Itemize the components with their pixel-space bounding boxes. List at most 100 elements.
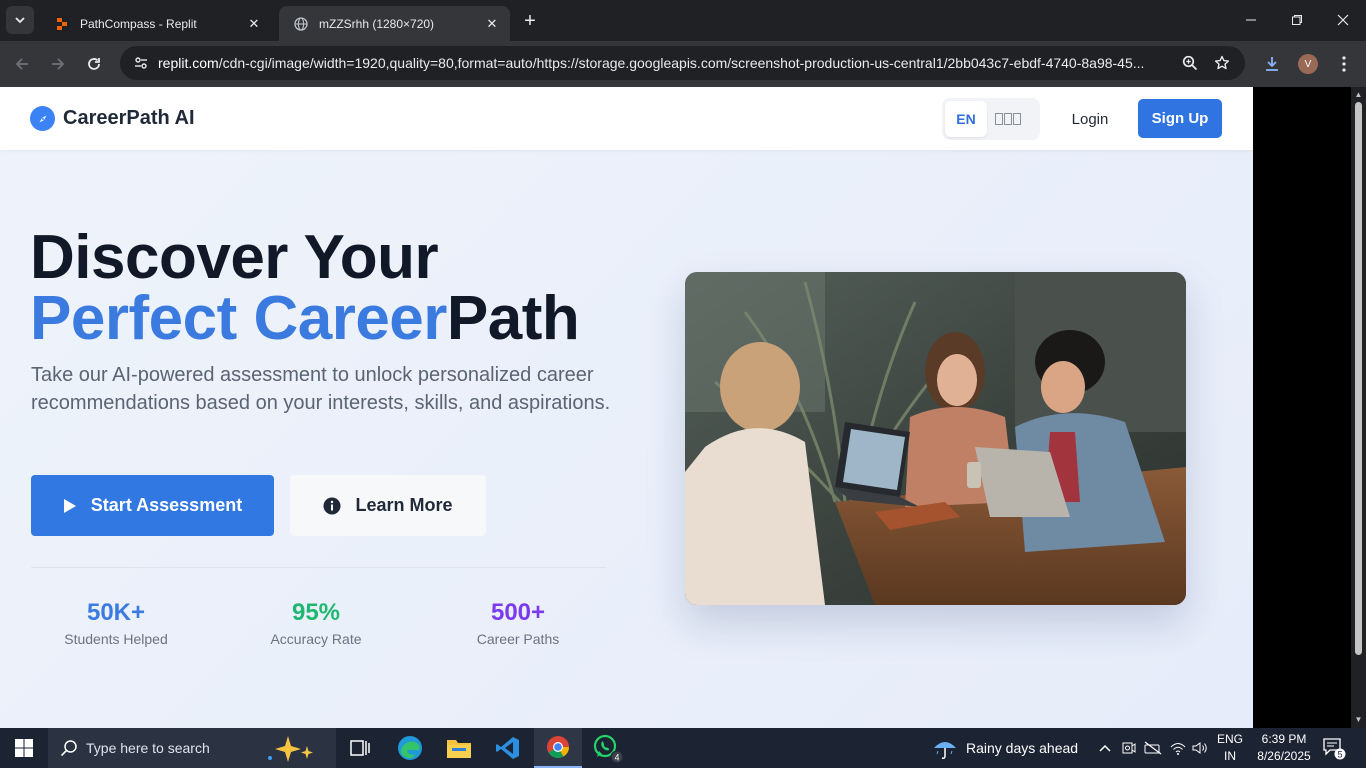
meet-now-icon[interactable]	[1120, 728, 1138, 768]
language-switcher: EN	[942, 98, 1040, 140]
stat-label: Career Paths	[476, 631, 560, 647]
chevron-down-icon	[15, 17, 25, 24]
reload-icon	[88, 58, 100, 70]
lang-en-button[interactable]: EN	[945, 101, 987, 137]
tab-title: mZZSrhh (1280×720)	[319, 16, 435, 31]
stat-careers: 500+ Career Paths	[433, 599, 603, 647]
close-window-button[interactable]	[1320, 0, 1366, 40]
tab-image[interactable]: mZZSrhh (1280×720) ✕	[279, 6, 510, 41]
scroll-up-icon[interactable]: ▲	[1354, 90, 1363, 99]
brand[interactable]: CareerPath AI	[30, 106, 195, 131]
restore-icon	[1292, 15, 1302, 25]
learn-more-button[interactable]: Learn More	[290, 475, 486, 536]
weather-text: Rainy days ahead	[966, 740, 1079, 756]
blank-side-area	[1253, 87, 1351, 728]
task-view-icon	[350, 740, 370, 756]
back-button[interactable]	[7, 49, 37, 79]
learn-more-label: Learn More	[355, 495, 453, 515]
stats-divider	[31, 567, 606, 568]
taskbar-search[interactable]: Type here to search	[48, 728, 336, 768]
students-photo	[685, 272, 1186, 605]
download-icon	[1266, 57, 1278, 71]
brand-name: CareerPath AI	[63, 107, 195, 129]
mute-icon[interactable]	[1143, 728, 1163, 768]
tab-close-icon[interactable]: ✕	[246, 16, 262, 32]
hero-image	[685, 272, 1186, 605]
scrollbar-thumb[interactable]	[1355, 102, 1362, 655]
scroll-down-icon[interactable]: ▼	[1354, 715, 1363, 724]
start-assessment-label: Start Assessment	[90, 495, 243, 515]
replit-icon	[54, 16, 70, 32]
arrow-right-icon	[52, 58, 65, 70]
browser-toolbar: replit.com/cdn-cgi/image/width=1920,qual…	[0, 41, 1366, 87]
stat-label: Accuracy Rate	[270, 631, 362, 647]
vscode-app[interactable]	[484, 728, 532, 768]
chrome-menu-button[interactable]	[1332, 52, 1356, 76]
notification-center-button[interactable]: 5	[1322, 736, 1346, 760]
chevron-up-icon	[1099, 744, 1111, 752]
stat-label: Students Helped	[64, 631, 168, 647]
play-icon	[63, 498, 76, 513]
tab-close-icon[interactable]: ✕	[484, 16, 500, 32]
weather-widget[interactable]: Rainy days ahead	[932, 728, 1078, 768]
notification-count: 5	[1337, 750, 1342, 760]
edge-app[interactable]	[386, 728, 434, 768]
hero-title-line1: Discover Your	[30, 223, 439, 292]
tray-overflow-button[interactable]	[1096, 728, 1114, 768]
search-icon	[60, 740, 77, 757]
chrome-icon	[547, 736, 569, 758]
windows-logo-icon	[15, 739, 33, 757]
search-placeholder: Type here to search	[86, 740, 210, 756]
info-icon	[323, 497, 341, 514]
chrome-app[interactable]	[534, 728, 582, 768]
site-info-icon[interactable]	[130, 52, 152, 74]
edge-icon	[398, 736, 422, 760]
wifi-icon[interactable]	[1168, 728, 1188, 768]
hero-title: Discover Your Perfect CareerPath	[30, 227, 580, 350]
url-text: replit.com/cdn-cgi/image/width=1920,qual…	[158, 55, 1168, 71]
stat-students: 50K+ Students Helped	[31, 599, 201, 647]
input-lang-top: ENG	[1216, 732, 1243, 746]
minimize-button[interactable]	[1228, 0, 1274, 40]
avatar: V	[1298, 54, 1318, 74]
reload-button[interactable]	[79, 49, 109, 79]
new-tab-button[interactable]: +	[518, 9, 542, 33]
more-vertical-icon	[1342, 56, 1346, 72]
address-bar[interactable]: replit.com/cdn-cgi/image/width=1920,qual…	[120, 46, 1245, 80]
start-button[interactable]	[0, 728, 48, 768]
downloads-button[interactable]	[1260, 52, 1284, 76]
zoom-icon[interactable]	[1180, 53, 1200, 73]
clock-date: 8/26/2025	[1257, 749, 1311, 763]
globe-icon	[293, 16, 309, 32]
start-assessment-button[interactable]: Start Assessment	[31, 475, 274, 536]
bookmark-star-icon[interactable]	[1212, 53, 1232, 73]
hero-title-accent: Perfect Career	[30, 284, 447, 353]
taskbar-clock[interactable]: 6:39 PM 8/26/2025	[1245, 731, 1323, 765]
whatsapp-app[interactable]: 4	[584, 728, 632, 768]
windows-taskbar: Type here to search 4 Rainy days ahead E…	[0, 728, 1366, 768]
url-domain: replit.com	[158, 55, 219, 71]
file-explorer-app[interactable]	[435, 728, 483, 768]
url-path: /cdn-cgi/image/width=1920,quality=80,for…	[218, 55, 1145, 71]
browser-tab-strip: PathCompass - Replit ✕ mZZSrhh (1280×720…	[0, 0, 1366, 41]
stat-value: 95%	[291, 599, 341, 626]
stat-value: 50K+	[86, 599, 146, 626]
login-button[interactable]: Login	[1062, 108, 1118, 130]
missing-glyph-icon	[995, 113, 1021, 125]
restore-button[interactable]	[1274, 0, 1320, 40]
profile-button[interactable]: V	[1296, 52, 1320, 76]
lang-ko-button[interactable]	[987, 101, 1029, 137]
signup-button[interactable]: Sign Up	[1138, 99, 1222, 138]
whatsapp-icon: 4	[593, 734, 623, 763]
tab-pathcompass[interactable]: PathCompass - Replit ✕	[40, 6, 272, 41]
page-scrollbar[interactable]: ▲ ▼	[1351, 87, 1366, 728]
hero-description: Take our AI-powered assessment to unlock…	[31, 364, 611, 414]
stat-accuracy: 95% Accuracy Rate	[231, 599, 401, 647]
volume-icon[interactable]	[1190, 728, 1210, 768]
forward-button[interactable]	[43, 49, 73, 79]
minimize-icon	[1246, 19, 1256, 21]
stat-value: 500+	[490, 599, 546, 626]
tab-search-button[interactable]	[6, 6, 34, 34]
input-language[interactable]: ENG IN	[1212, 731, 1248, 765]
task-view-button[interactable]	[336, 728, 384, 768]
